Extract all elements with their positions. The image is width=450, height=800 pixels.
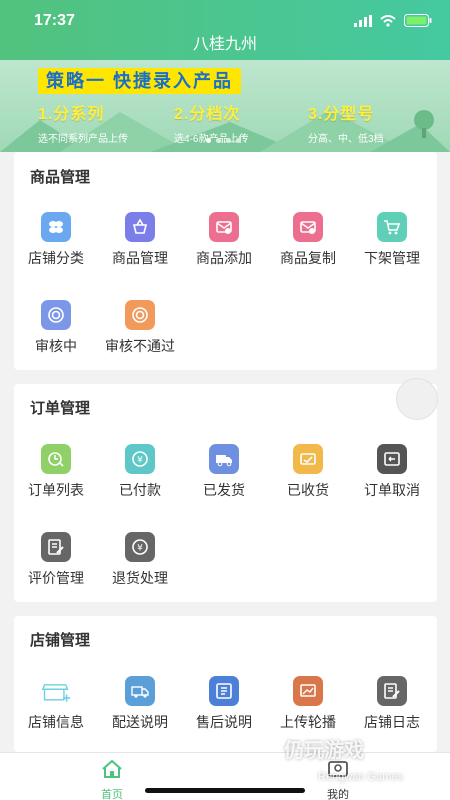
step-title: 2.分档次 [174,106,241,123]
menu-item-review-rejected[interactable]: 审核不通过 [98,300,182,356]
product-add-icon [209,212,239,242]
menu-item-review-management[interactable]: 评价管理 [14,532,98,588]
page-title: 八桂九州 [192,36,257,53]
order-cancel-icon [377,444,407,474]
menu-item-label: 评价管理 [28,570,84,586]
tab-home[interactable]: 首页 [72,759,152,800]
status-time: 17:37 [34,12,75,29]
menu-item-label: 已付款 [119,482,161,498]
refund-icon: ¥ [125,532,155,562]
svg-text:¥: ¥ [137,456,143,466]
category-icon [41,212,71,242]
section-order-management: 订单管理 订单列表 ¥ 已付款 已发货 已收货 订单取消 评价管理 ¥ 退货处理 [14,384,437,602]
menu-item-product-copy[interactable]: 商品复制 [266,212,350,268]
menu-item-received[interactable]: 已收货 [266,444,350,500]
menu-item-label: 商品复制 [280,250,336,266]
floating-assistive-button[interactable] [396,378,438,420]
menu-item-label: 已发货 [203,482,245,498]
watermark-text: 仍玩游戏 [284,740,364,762]
menu-item-label: 订单列表 [28,482,84,498]
menu-item-shipped[interactable]: 已发货 [182,444,266,500]
menu-item-upload-banner[interactable]: 上传轮播 [266,676,350,732]
banner-step-1: 1.分系列 选不同系列产品上传 [38,100,128,145]
step-title: 1.分系列 [38,106,105,123]
menu-item-store-category[interactable]: 店铺分类 [14,212,98,268]
order-list-icon [41,444,71,474]
banner-pagination[interactable] [206,138,241,143]
menu-item-product-add[interactable]: 商品添加 [182,212,266,268]
menu-item-delivery-info[interactable]: 配送说明 [98,676,182,732]
home-indicator [145,788,305,793]
menu-item-label: 订单取消 [364,482,420,498]
section-product-management: 商品管理 店铺分类 商品管理 商品添加 商品复制 下架管理 审核中 审核不通过 [14,152,437,370]
banner-step-3: 3.分型号 分高、中、低3档 [308,100,384,145]
store-log-icon [377,676,407,706]
menu-item-label: 审核中 [35,338,77,354]
review-edit-icon [41,532,71,562]
section-title: 店铺管理 [30,632,91,649]
menu-item-label: 店铺分类 [28,250,84,266]
section-title: 商品管理 [30,169,91,186]
menu-item-label: 下架管理 [364,250,420,266]
menu-item-label: 审核不通过 [105,338,175,354]
wifi-icon [380,14,396,27]
after-sale-icon [209,676,239,706]
received-icon [293,444,323,474]
menu-item-label: 售后说明 [196,714,252,730]
menu-item-delist-management[interactable]: 下架管理 [350,212,434,268]
step-desc: 分高、中、低3档 [308,134,384,145]
step-title: 3.分型号 [308,106,375,123]
store-add-icon [41,676,71,706]
truck-icon [209,444,239,474]
watermark-subtext: Rengwan Games [318,771,403,783]
status-icons [354,14,432,27]
menu-item-after-sale-info[interactable]: 售后说明 [182,676,266,732]
menu-item-paid[interactable]: ¥ 已付款 [98,444,182,500]
menu-item-under-review[interactable]: 审核中 [14,300,98,356]
pagination-dot[interactable] [236,138,241,143]
section-store-management: 店铺管理 店铺信息 配送说明 售后说明 上传轮播 店铺日志 [14,616,437,752]
menu-item-store-log[interactable]: 店铺日志 [350,676,434,732]
pagination-dot[interactable] [216,138,221,143]
tab-label: 首页 [101,789,123,800]
signal-icon [354,14,372,27]
step-desc: 选不同系列产品上传 [38,134,128,145]
cart-icon [377,212,407,242]
review-rejected-icon [125,300,155,330]
menu-item-label: 店铺日志 [364,714,420,730]
menu-item-label: 已收货 [287,482,329,498]
menu-item-store-info[interactable]: 店铺信息 [14,676,98,732]
tab-label: 我的 [327,789,349,800]
menu-item-order-list[interactable]: 订单列表 [14,444,98,500]
upload-banner-icon [293,676,323,706]
menu-item-label: 配送说明 [112,714,168,730]
delivery-icon [125,676,155,706]
header-bar: 17:37 八桂九州 [0,0,450,60]
home-icon [102,759,122,778]
pagination-dot[interactable] [206,138,211,143]
basket-icon [125,212,155,242]
menu-item-product-management[interactable]: 商品管理 [98,212,182,268]
banner-title: 策略一 快捷录入产品 [38,68,242,94]
svg-text:¥: ¥ [137,544,143,554]
battery-icon [404,14,432,27]
menu-item-refund-handling[interactable]: ¥ 退货处理 [98,532,182,588]
paid-icon: ¥ [125,444,155,474]
product-copy-icon [293,212,323,242]
menu-item-label: 商品添加 [196,250,252,266]
menu-item-label: 店铺信息 [28,714,84,730]
section-title: 订单管理 [30,400,91,417]
menu-item-label: 退货处理 [112,570,168,586]
pagination-dot[interactable] [226,138,231,143]
menu-item-order-cancel[interactable]: 订单取消 [350,444,434,500]
menu-item-label: 上传轮播 [280,714,336,730]
menu-item-label: 商品管理 [112,250,168,266]
review-pending-icon [41,300,71,330]
watermark: 仍玩游戏 Rengwan Games [284,734,403,786]
